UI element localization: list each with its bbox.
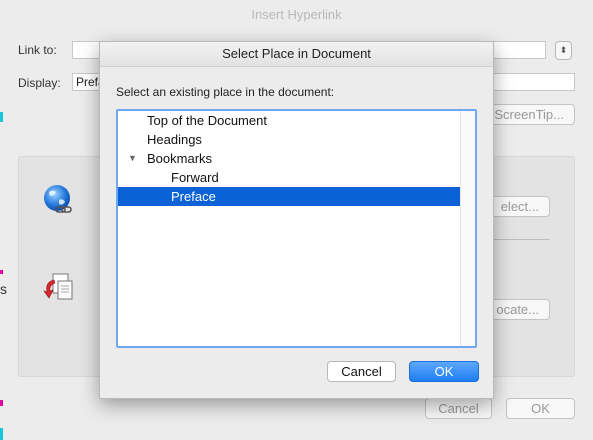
disclosure-triangle-icon[interactable]: ▼ [128,149,137,168]
list-scrollbar[interactable] [460,111,475,346]
link-to-label: Link to: [18,43,57,57]
document-arrow-icon [43,273,73,300]
sheet-prompt: Select an existing place in the document… [116,85,335,99]
list-item-label: Preface [171,189,216,204]
edge-marker [0,400,3,406]
parent-cancel-button[interactable]: Cancel [425,398,492,419]
list-item-bookmarks[interactable]: ▼ Bookmarks [118,149,460,168]
edge-marker [0,270,3,274]
list-item-preface[interactable]: Preface [118,187,460,206]
display-label: Display: [18,76,61,90]
clipped-edge-text: s [0,281,7,297]
edge-marker [0,428,3,440]
sheet-title: Select Place in Document [100,42,493,67]
list-item-headings[interactable]: Headings [118,130,460,149]
list-item-label: Bookmarks [147,151,213,166]
edge-marker [0,112,3,122]
parent-ok-button[interactable]: OK [506,398,575,419]
globe-link-icon [44,185,72,213]
link-type-stepper[interactable]: ⬍ [555,41,572,60]
ok-button[interactable]: OK [409,361,479,382]
list-item-top-of-document[interactable]: Top of the Document [118,111,460,130]
window-title: Insert Hyperlink [251,7,342,22]
place-list[interactable]: Top of the Document Headings ▼ Bookmarks… [116,109,477,348]
list-item-label: Top of the Document [147,113,267,128]
chevron-updown-icon: ⬍ [559,45,568,55]
select-place-sheet: Select Place in Document Select an exist… [99,41,494,399]
list-item-forward[interactable]: Forward [118,168,460,187]
screentip-button[interactable]: ScreenTip... [480,104,575,125]
list-item-label: Headings [147,132,202,147]
list-item-label: Forward [171,170,219,185]
cancel-button[interactable]: Cancel [327,361,396,382]
